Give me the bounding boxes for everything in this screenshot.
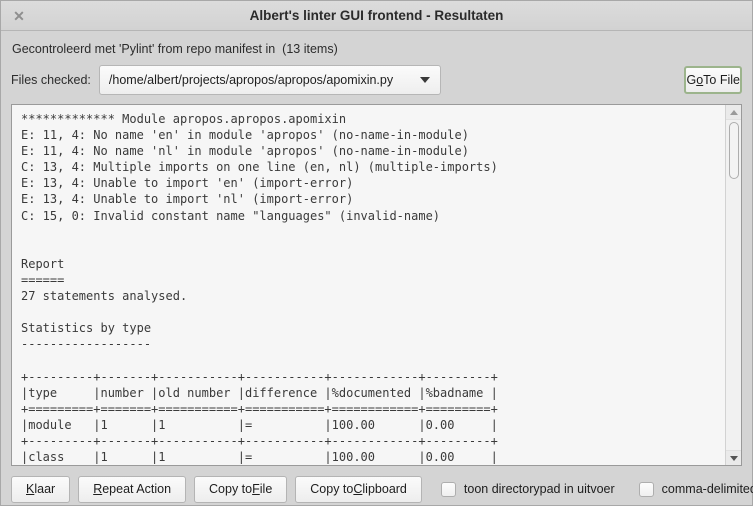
show-directory-path-checkbox-box[interactable]: [440, 481, 456, 497]
output-line: ------------------: [21, 337, 152, 352]
window-title: Albert's linter GUI frontend - Resultate…: [249, 8, 504, 23]
go-to-file-suffix: To File: [703, 73, 740, 87]
comma-delimited-checkbox-label: comma-delimited: [661, 482, 753, 497]
dialog-content: Gecontroleerd met 'Pylint' from repo man…: [1, 31, 752, 467]
output-textview-container: ************* Module apropos.apropos.apo…: [11, 104, 742, 467]
scrollbar-thumb[interactable]: [729, 122, 739, 179]
go-to-file-prefix: G: [686, 73, 697, 87]
output-line: ======: [21, 272, 65, 287]
repeat-action-button-mnemonic: R: [93, 482, 103, 497]
copy-to-clipboard-button-suffix: lipboard: [362, 482, 407, 497]
output-line: +=========+=======+===========+=========…: [21, 401, 498, 416]
klaar-button[interactable]: Klaar: [11, 475, 71, 503]
show-directory-path-checkbox[interactable]: toon directorypad in uitvoer: [440, 481, 615, 497]
output-line: E: 13, 4: Unable to import 'nl' (import-…: [21, 192, 354, 207]
repeat-action-button[interactable]: Repeat Action: [78, 475, 187, 503]
copy-to-clipboard-button-mnemonic: C: [353, 482, 363, 497]
comma-delimited-checkbox-box[interactable]: [638, 481, 654, 497]
output-line: |class |1 |1 |= |100.00 |0.00 |: [21, 449, 498, 464]
output-line: 27 statements analysed.: [21, 289, 188, 304]
output-line: ************* Module apropos.apropos.apo…: [21, 112, 347, 126]
close-icon[interactable]: ✕: [6, 3, 32, 29]
output-line: C: 13, 4: Multiple imports on one line (…: [21, 160, 498, 175]
chevron-down-icon: [419, 77, 430, 83]
copy-to-file-button-mnemonic: F: [252, 482, 260, 497]
output-line: |module |1 |1 |= |100.00 |0.00 |: [21, 417, 498, 432]
copy-to-file-button-prefix: Copy to: [209, 482, 253, 497]
output-line: E: 11, 4: No name 'en' in module 'apropo…: [21, 128, 469, 143]
output-line: Statistics by type: [21, 321, 152, 336]
copy-to-clipboard-button[interactable]: Copy to Clipboard: [295, 475, 422, 503]
output-line: +---------+-------+-----------+---------…: [21, 369, 498, 384]
files-checked-dropdown[interactable]: /home/albert/projects/apropos/apropos/ap…: [98, 65, 441, 95]
go-to-file-mnemonic: o: [696, 73, 704, 87]
comma-delimited-checkbox[interactable]: comma-delimited: [638, 481, 753, 497]
output-line: E: 11, 4: No name 'nl' in module 'apropo…: [21, 144, 469, 159]
title-bar: ✕ Albert's linter GUI frontend - Resulta…: [1, 1, 752, 31]
repeat-action-button-suffix: epeat Action: [102, 482, 172, 497]
copy-to-file-button-suffix: ile: [259, 482, 273, 497]
scroll-down-button[interactable]: [726, 450, 741, 466]
output-line: |type |number |old number |difference |%…: [21, 385, 498, 400]
output-line: Report: [21, 256, 65, 271]
files-checked-label: Files checked:: [11, 73, 91, 87]
files-checked-value: /home/albert/projects/apropos/apropos/ap…: [108, 73, 394, 87]
vertical-scrollbar[interactable]: [725, 105, 741, 466]
triangle-down-icon: [729, 455, 738, 461]
output-line: +---------+-------+-----------+---------…: [21, 433, 498, 448]
output-line: E: 13, 4: Unable to import 'en' (import-…: [21, 176, 354, 191]
show-directory-path-checkbox-label: toon directorypad in uitvoer: [463, 482, 615, 497]
triangle-up-icon: [729, 109, 738, 115]
output-textview[interactable]: ************* Module apropos.apropos.apo…: [12, 105, 725, 465]
copy-to-clipboard-button-prefix: Copy to: [310, 482, 354, 497]
copy-to-file-button[interactable]: Copy to File: [194, 475, 288, 503]
output-line: C: 15, 0: Invalid constant name "languag…: [21, 208, 441, 223]
file-selector-row: Files checked: /home/albert/projects/apr…: [11, 65, 742, 95]
go-to-file-button[interactable]: Go To File: [684, 66, 742, 94]
klaar-button-mnemonic: K: [26, 482, 35, 497]
klaar-button-suffix: laar: [34, 482, 56, 497]
footer-action-bar: Klaar Repeat Action Copy to File Copy to Cl…: [1, 466, 753, 512]
scroll-up-button[interactable]: [726, 105, 741, 120]
summary-text: Gecontroleerd met 'Pylint' from repo man…: [12, 42, 338, 56]
dialog-window: ✕ Albert's linter GUI frontend - Resulta…: [0, 0, 753, 506]
